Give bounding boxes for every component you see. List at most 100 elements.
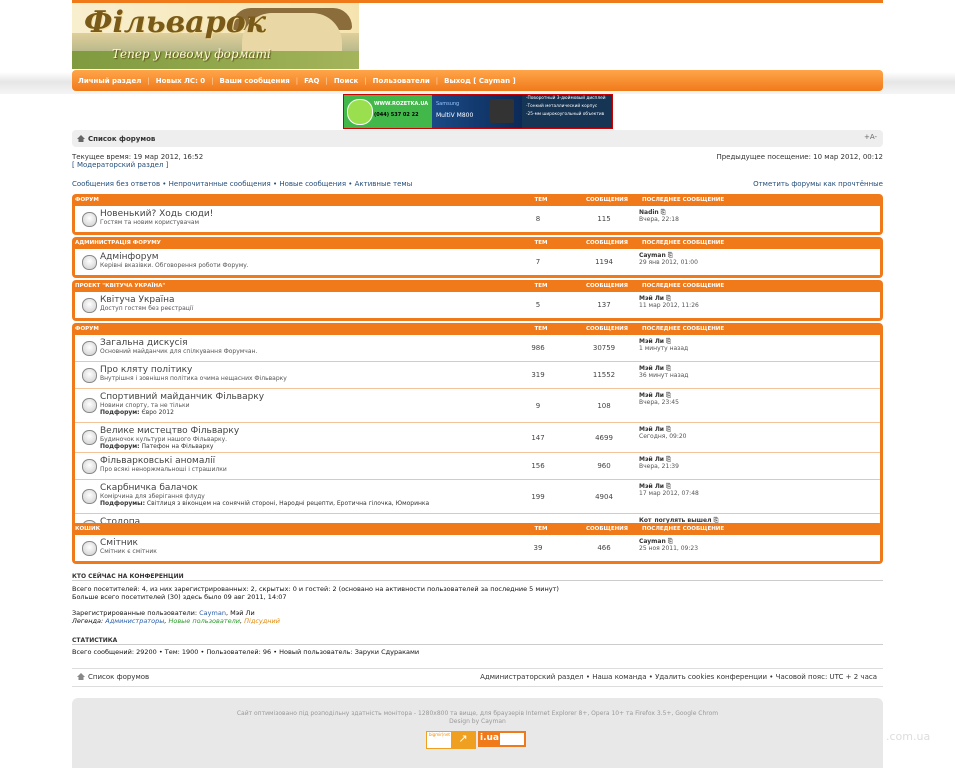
last-post-author[interactable]: Мэй Ли ⎘ bbox=[639, 456, 679, 463]
copyright-area: Сайт оптимізовано під розподільну здатні… bbox=[72, 698, 883, 768]
nav-new-pm[interactable]: Новых ЛС: 0 bbox=[150, 77, 211, 85]
user-link[interactable]: Cayman bbox=[199, 609, 226, 617]
last-post-user[interactable]: Cayman bbox=[639, 252, 666, 259]
go-to-post-icon[interactable]: ⎘ bbox=[666, 392, 671, 399]
site-logo[interactable]: Фільварок Тепер у новому форматі bbox=[72, 3, 359, 69]
mod-panel-link[interactable]: [ Модераторский раздел ] bbox=[72, 161, 203, 169]
go-to-post-icon[interactable]: ⎘ bbox=[666, 365, 671, 372]
iua-counter[interactable]: i.ua bbox=[478, 731, 526, 747]
go-to-post-icon[interactable]: ⎘ bbox=[666, 338, 671, 345]
last-post-author[interactable]: Мэй Ли ⎘ bbox=[639, 483, 699, 490]
forum-title-link[interactable]: Квітуча Україна bbox=[100, 295, 505, 305]
category-title[interactable]: Кошик bbox=[72, 526, 508, 532]
go-to-post-icon[interactable]: ⎘ bbox=[666, 456, 671, 463]
forum-title-link[interactable]: Скарбничка балачок bbox=[100, 483, 505, 493]
font-size-toggle[interactable]: +A- bbox=[864, 133, 877, 141]
legend-defendant[interactable]: Підсудний bbox=[244, 617, 280, 625]
last-post-author[interactable]: Мэй Ли ⎘ bbox=[639, 392, 679, 399]
forum-description: Керівні вказівки. Обговорення роботи Фор… bbox=[100, 262, 249, 269]
last-post-time: Сегодня, 09:20 bbox=[639, 433, 687, 440]
last-post: Мэй Ли ⎘ 36 минут назад bbox=[637, 362, 688, 388]
last-post-author[interactable]: Cayman ⎘ bbox=[639, 538, 698, 545]
last-post: Cayman ⎘ 29 янв 2012, 01:00 bbox=[637, 249, 698, 275]
category-title[interactable]: Форум bbox=[72, 197, 508, 203]
forum-title-link[interactable]: Новенький? Ходь сюди! bbox=[100, 209, 505, 219]
quick-links[interactable]: Сообщения без ответов • Непрочитанные со… bbox=[72, 180, 412, 188]
topics-count: 147 bbox=[531, 433, 545, 442]
last-post-author[interactable]: Мэй Ли ⎘ bbox=[639, 426, 687, 433]
category-header: Администрація форуму ТЕМ СООБЩЕНИЯ ПОСЛЕДНЕ… bbox=[72, 237, 883, 249]
forum-description: Новини спорту, та не тільки bbox=[100, 402, 190, 409]
last-post-user[interactable]: Мэй Ли bbox=[639, 295, 664, 302]
forum-title-link[interactable]: Смітник bbox=[100, 538, 505, 548]
bigmir-counter[interactable]: bigmir)net ↗ bbox=[426, 731, 476, 749]
nav-your-posts[interactable]: Ваши сообщения bbox=[214, 77, 296, 85]
category-header: Форум ТЕМ СООБЩЕНИЯ ПОСЛЕДНЕЕ СООБЩЕНИЕ bbox=[72, 323, 883, 335]
legend-label: Легенда: bbox=[72, 617, 104, 625]
last-post-author[interactable]: Cayman ⎘ bbox=[639, 252, 698, 259]
last-post-user[interactable]: Мэй Ли bbox=[639, 426, 664, 433]
forum-title-link[interactable]: Адмінфорум bbox=[100, 252, 505, 262]
go-to-post-icon[interactable]: ⎘ bbox=[668, 538, 673, 545]
footer-forum-index[interactable]: Список форумов bbox=[88, 673, 149, 681]
last-post-user[interactable]: Мэй Ли bbox=[639, 338, 664, 345]
forum-title-link[interactable]: Велике мистецтво Фільварку bbox=[100, 426, 505, 436]
go-to-post-icon[interactable]: ⎘ bbox=[666, 295, 671, 302]
session-info: Текущее время: 19 мар 2012, 16:52 [ Моде… bbox=[72, 153, 203, 169]
forum-row: Фільварковські аномалії Про всякі неноржм… bbox=[75, 452, 880, 479]
nav-search[interactable]: Поиск bbox=[328, 77, 364, 85]
logo-title: Фільварок bbox=[84, 5, 267, 40]
forum-title-link[interactable]: Спортивний майданчик Фільварку bbox=[100, 392, 505, 402]
mark-read-link[interactable]: Отметить форумы как прочтённые bbox=[753, 180, 883, 188]
forum-row: Скарбничка балачок Комірчина для зберіган… bbox=[75, 479, 880, 513]
legend-new-users[interactable]: Новые пользователи bbox=[168, 617, 240, 625]
counter-label: i.ua bbox=[480, 733, 499, 743]
last-post-time: 17 мар 2012, 07:48 bbox=[639, 490, 699, 497]
last-post-user[interactable]: Nadin bbox=[639, 209, 659, 216]
last-post-user[interactable]: Мэй Ли bbox=[639, 392, 664, 399]
nav-personal[interactable]: Личный раздел bbox=[72, 77, 147, 85]
go-to-post-icon[interactable]: ⎘ bbox=[661, 209, 666, 216]
forum-read-icon bbox=[82, 430, 97, 445]
subforum-links[interactable]: Євро 2012 bbox=[142, 409, 174, 416]
forum-rows: Смітник Смітник є смітник 39 466 Cayman ⎘ 25 … bbox=[75, 535, 880, 561]
category-title[interactable]: Администрація форуму bbox=[72, 240, 508, 246]
last-post-user[interactable]: Мэй Ли bbox=[639, 365, 664, 372]
subforum-label: Подфорумы: bbox=[100, 500, 145, 507]
forum-info: Фільварковські аномалії Про всякі неноржм… bbox=[75, 453, 505, 479]
nav-logout[interactable]: Выход [ Cayman ] bbox=[438, 77, 522, 85]
forum-read-icon bbox=[82, 398, 97, 413]
last-post-author[interactable]: Nadin ⎘ bbox=[639, 209, 679, 216]
footer-links[interactable]: Администраторский раздел • Наша команда … bbox=[480, 673, 877, 681]
last-post-user[interactable]: Мэй Ли bbox=[639, 483, 664, 490]
last-post: Nadin ⎘ Вчера, 22:18 bbox=[637, 206, 679, 232]
subforum-links[interactable]: Світлиця з віконцем на сонячній стороні,… bbox=[147, 500, 429, 507]
breadcrumb-forum-index[interactable]: Список форумов bbox=[88, 135, 155, 143]
stats-heading: СТАТИСТИКА bbox=[72, 637, 883, 645]
banner-feature: -25-мм широкоугольный объектив bbox=[526, 112, 605, 117]
last-post-user[interactable]: Мэй Ли bbox=[639, 456, 664, 463]
posts-count: 1194 bbox=[595, 258, 613, 266]
forum-row: Адмінфорум Керівні вказівки. Обговорення … bbox=[75, 249, 880, 275]
last-post-author[interactable]: Мэй Ли ⎘ bbox=[639, 365, 688, 372]
nav-users[interactable]: Пользователи bbox=[367, 77, 436, 85]
forum-description: Основний майданчик для спілкування Форум… bbox=[100, 348, 258, 355]
go-to-post-icon[interactable]: ⎘ bbox=[668, 252, 673, 259]
forum-title-link[interactable]: Загальна дискусія bbox=[100, 338, 505, 348]
last-post-user[interactable]: Cayman bbox=[639, 538, 666, 545]
last-post-author[interactable]: Мэй Ли ⎘ bbox=[639, 338, 688, 345]
go-to-post-icon[interactable]: ⎘ bbox=[666, 426, 671, 433]
category-title[interactable]: Форум bbox=[72, 326, 508, 332]
forum-title-link[interactable]: Фільварковські аномалії bbox=[100, 456, 505, 466]
go-to-post-icon[interactable]: ⎘ bbox=[666, 483, 671, 490]
forum-category: Кошик ТЕМ СООБЩЕНИЯ ПОСЛЕДНЕЕ СООБЩЕНИЕ Сміт… bbox=[72, 523, 883, 564]
subforum-links[interactable]: Патефон на Фільварку bbox=[142, 443, 214, 450]
category-title[interactable]: Проект "Квітуча Україна" bbox=[72, 283, 508, 289]
user-link[interactable]: Мэй Ли bbox=[230, 609, 255, 617]
online-line2: Больше всего посетителей (30) здесь было… bbox=[72, 593, 287, 601]
last-post-author[interactable]: Мэй Ли ⎘ bbox=[639, 295, 699, 302]
ad-banner[interactable]: WWW.ROZETKA.UA (044) 537 02 22 Samsung M… bbox=[343, 94, 613, 129]
forum-title-link[interactable]: Про кляту політику bbox=[100, 365, 505, 375]
nav-faq[interactable]: FAQ bbox=[298, 77, 325, 85]
legend-admins[interactable]: Администраторы bbox=[105, 617, 164, 625]
